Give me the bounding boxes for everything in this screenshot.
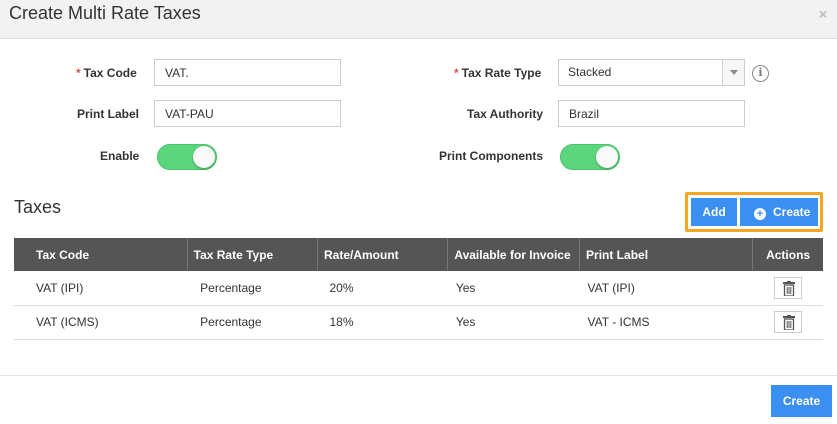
dialog-header: Create Multi Rate Taxes × [0,0,837,39]
cell-tax-code: VAT (ICMS) [14,305,188,340]
required-marker: * [76,66,81,80]
tax-rate-type-label: * Tax Rate Type [454,66,542,80]
tax-code-label: * Tax Code [76,66,137,80]
cell-actions [752,305,823,340]
add-button[interactable]: Add [691,198,737,226]
column-header: Tax Rate Type [187,238,319,271]
cell-tax-rate-type: Percentage [187,305,318,340]
close-icon[interactable]: × [819,6,827,22]
enable-label: Enable [100,149,140,163]
cell-actions [752,271,823,306]
info-icon[interactable]: i [752,65,769,82]
tax-authority-input[interactable] [558,100,745,127]
taxes-table: Tax Code Tax Rate Type Rate/Amount Avail… [14,238,823,340]
create-button[interactable]: Create [771,385,832,417]
column-header: Print Label [579,238,754,271]
table-row: VAT (ICMS) Percentage 18% Yes VAT - ICMS [14,305,823,340]
table-header-row: Tax Code Tax Rate Type Rate/Amount Avail… [14,238,823,271]
delete-button[interactable] [773,311,802,333]
trash-icon [782,280,795,296]
chevron-down-icon [730,70,738,75]
toggle-knob [193,146,215,168]
cell-print-label: VAT (IPI) [579,271,753,306]
column-header: Available for Invoice [447,238,581,271]
taxes-section-title: Taxes [14,197,62,217]
plus-circle-icon: + [754,208,766,220]
print-components-toggle[interactable] [560,144,620,170]
create-tax-button[interactable]: + Create [740,198,818,226]
column-header: Actions [752,238,823,271]
tax-authority-label: Tax Authority [467,107,544,121]
tax-rate-type-value: Stacked [568,65,612,79]
create-tax-label: Create [773,205,811,219]
footer-divider [0,375,837,376]
column-header: Rate/Amount [317,238,449,271]
dialog-title: Create Multi Rate Taxes [9,3,201,23]
required-marker: * [454,66,459,80]
cell-available: Yes [447,305,580,340]
print-label-label: Print Label [77,107,140,121]
print-components-label: Print Components [439,149,543,163]
print-label-input[interactable] [154,100,341,127]
trash-icon [782,315,795,330]
cell-tax-code: VAT (IPI) [14,271,188,306]
column-header: Tax Code [14,238,188,271]
cell-rate: 18% [317,305,448,340]
cell-rate: 20% [317,271,448,306]
tax-rate-type-select[interactable]: Stacked [558,59,745,86]
toggle-knob [596,146,618,168]
delete-button[interactable] [773,276,802,299]
table-row: VAT (IPI) Percentage 20% Yes VAT (IPI) [14,271,823,306]
cell-print-label: VAT - ICMS [579,305,753,340]
dropdown-toggle[interactable] [722,60,744,85]
tax-code-input[interactable] [154,59,341,86]
cell-available: Yes [447,271,580,306]
cell-tax-rate-type: Percentage [187,271,318,306]
enable-toggle[interactable] [157,144,217,170]
